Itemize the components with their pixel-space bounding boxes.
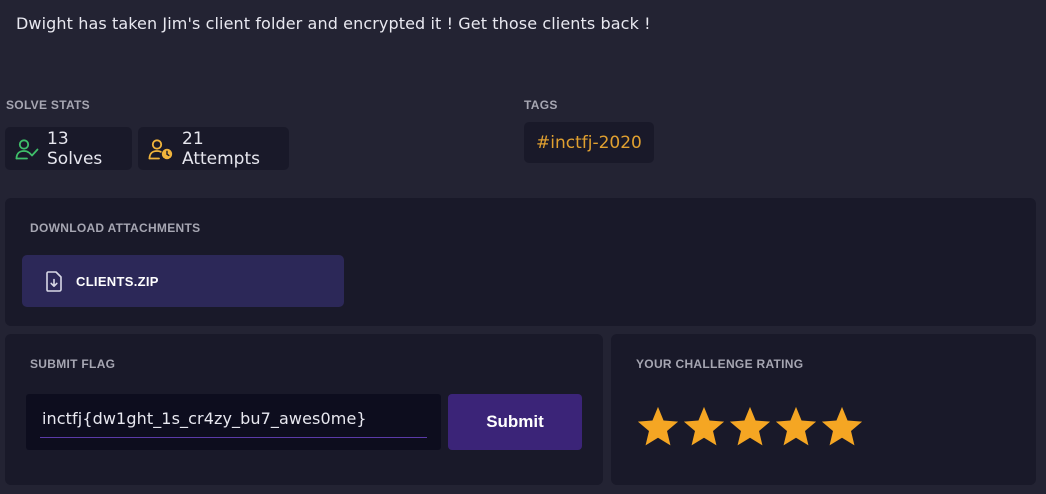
solves-count: 13 Solves	[47, 128, 103, 169]
challenge-description: Dwight has taken Jim's client folder and…	[16, 14, 651, 33]
file-download-icon	[46, 270, 62, 292]
solve-stats-label: SOLVE STATS	[6, 98, 90, 112]
attachments-panel: DOWNLOAD ATTACHMENTS CLIENTS.ZIP	[5, 198, 1036, 326]
star-shape	[821, 406, 863, 446]
download-clients-zip-button[interactable]: CLIENTS.ZIP	[22, 255, 344, 307]
star-shape	[683, 406, 725, 446]
submit-button[interactable]: Submit	[448, 394, 582, 450]
challenge-rating-label: YOUR CHALLENGE RATING	[636, 357, 804, 371]
challenge-rating-panel: YOUR CHALLENGE RATING	[611, 334, 1036, 485]
star-shape	[729, 406, 771, 446]
tag-inctfj-2020[interactable]: #inctfj-2020	[524, 122, 654, 163]
flag-input[interactable]: inctfj{dw1ght_1s_cr4zy_bu7_awes0me}	[26, 394, 441, 450]
attempts-count: 21 Attempts	[182, 128, 260, 169]
star-icon-1[interactable]	[635, 404, 681, 450]
rating-stars	[635, 404, 865, 450]
attempts-stat: 21 Attempts	[138, 127, 289, 170]
star-icon-4[interactable]	[773, 404, 819, 450]
star-icon-2[interactable]	[681, 404, 727, 450]
submit-flag-panel: SUBMIT FLAG inctfj{dw1ght_1s_cr4zy_bu7_a…	[5, 334, 603, 485]
tags-label: TAGS	[524, 98, 558, 112]
attachments-label: DOWNLOAD ATTACHMENTS	[30, 221, 201, 235]
star-shape	[775, 406, 817, 446]
flag-input-value: inctfj{dw1ght_1s_cr4zy_bu7_awes0me}	[42, 409, 367, 428]
user-check-icon	[15, 138, 39, 159]
flag-input-underline	[40, 437, 427, 438]
submit-flag-label: SUBMIT FLAG	[30, 357, 116, 371]
attachment-filename: CLIENTS.ZIP	[76, 273, 159, 289]
star-icon-5[interactable]	[819, 404, 865, 450]
star-icon-3[interactable]	[727, 404, 773, 450]
solves-stat: 13 Solves	[5, 127, 132, 170]
star-shape	[637, 406, 679, 446]
user-clock-icon	[148, 138, 173, 159]
